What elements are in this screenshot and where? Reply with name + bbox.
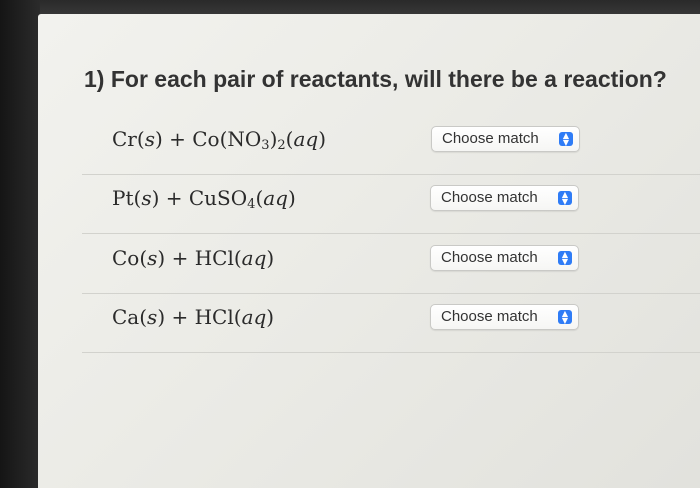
select-value: Choose match [441,308,538,325]
match-select-2[interactable]: Choose match ▲ ▼ [430,185,579,211]
reaction-equation-4: Ca(s) + HCl(aq) [112,305,275,329]
reaction-equation-2: Pt(s) + CuSO4(aq) [112,186,296,212]
match-select-4[interactable]: Choose match ▲ ▼ [430,304,579,330]
row-divider [82,352,700,353]
chevron-up-down-icon: ▲ ▼ [558,310,572,325]
select-value: Choose match [442,130,539,147]
select-value: Choose match [441,249,538,266]
question-row-1: Cr(s) + Co(NO3)2(aq) Choose match ▲ ▼ [0,115,700,175]
chevron-up-down-icon: ▲ ▼ [558,191,572,206]
reaction-equation-1: Cr(s) + Co(NO3)2(aq) [112,127,327,153]
match-select-3[interactable]: Choose match ▲ ▼ [430,245,579,271]
photo-frame: 1) For each pair of reactants, will ther… [0,0,700,488]
question-title: 1) For each pair of reactants, will ther… [84,66,667,92]
question-row-3: Co(s) + HCl(aq) Choose match ▲ ▼ [0,234,700,294]
match-select-1[interactable]: Choose match ▲ ▼ [431,126,580,152]
question-row-4: Ca(s) + HCl(aq) Choose match ▲ ▼ [0,293,700,353]
chevron-up-down-icon: ▲ ▼ [559,132,573,147]
chevron-up-down-icon: ▲ ▼ [558,251,572,266]
select-value: Choose match [441,189,538,206]
question-row-2: Pt(s) + CuSO4(aq) Choose match ▲ ▼ [0,174,700,234]
reaction-equation-3: Co(s) + HCl(aq) [112,246,275,270]
